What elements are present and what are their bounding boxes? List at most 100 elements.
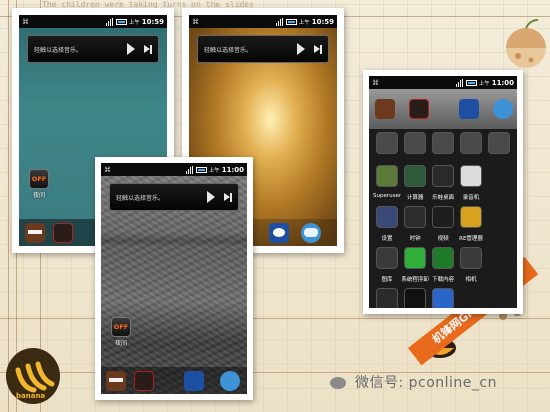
music-widget[interactable]: 轻触以选择音乐。 — [197, 35, 329, 63]
app-label: 下载内容 — [432, 277, 455, 283]
app-item[interactable]: 时钟 — [401, 206, 429, 242]
battery-icon — [465, 79, 477, 86]
signal-icon — [105, 17, 114, 26]
app-item[interactable]: 音乐 — [373, 288, 401, 308]
collage-stage: The children were taking turns on the sl… — [0, 0, 550, 412]
usb-icon: ⌘ — [22, 17, 29, 26]
usb-icon: ⌘ — [192, 17, 199, 26]
theme-icon — [404, 288, 427, 308]
signal-icon — [275, 17, 284, 26]
dock — [369, 96, 517, 122]
app-item[interactable] — [485, 132, 513, 160]
app-item[interactable]: 视频 — [429, 206, 457, 242]
phone-card-drawer: ⌘ 上午 11:00 Superuser 计算器 乐蛙桌面 录音机设置 时钟 视频 RE管理… — [363, 70, 523, 314]
music-widget[interactable]: 轻触以选择音乐。 — [109, 183, 239, 211]
status-time: 11:00 — [491, 78, 514, 87]
fragment-icon — [432, 132, 455, 154]
twitter-bird-icon[interactable] — [269, 222, 289, 243]
go-sms-icon[interactable] — [301, 222, 321, 243]
app-label: 录音机 — [462, 195, 480, 201]
recorder-icon — [460, 165, 483, 187]
gallery-icon — [376, 247, 399, 269]
off-toggle[interactable]: OFF — [29, 169, 49, 189]
domo-icon[interactable] — [106, 370, 126, 391]
dock — [101, 367, 247, 394]
off-toggle[interactable]: OFF — [111, 317, 131, 337]
domo-icon[interactable] — [375, 99, 395, 119]
app-item[interactable]: 相机 — [457, 247, 485, 283]
re-manager-icon — [460, 206, 483, 228]
app-drawer-screen: ⌘ 上午 11:00 Superuser 计算器 乐蛙桌面 录音机设置 时钟 视频 RE管理… — [369, 76, 517, 308]
play-icon[interactable] — [127, 43, 135, 55]
holy-bible-icon[interactable] — [134, 370, 154, 391]
app-item[interactable]: 酷狗音乐 — [429, 288, 457, 308]
app-label: 设置 — [381, 236, 393, 242]
app-item — [485, 206, 513, 242]
app-item[interactable] — [457, 132, 485, 160]
blank-icon — [460, 288, 482, 308]
status-bar: ⌘ 上午 11:00 — [369, 76, 517, 89]
video-icon — [432, 206, 455, 228]
app-item[interactable] — [373, 132, 401, 160]
night-mode-label: 夜间 — [32, 192, 45, 199]
twitter-bird-icon[interactable] — [459, 99, 479, 119]
app-item[interactable]: 计算器 — [401, 165, 429, 201]
music-widget[interactable]: 轻触以选择音乐。 — [27, 35, 159, 63]
go-sms-icon[interactable] — [493, 99, 513, 119]
stone-home-screen: ⌘ 上午 11:00 轻触以选择音乐。 OFF 夜间 — [101, 163, 247, 394]
calculator-icon — [404, 165, 427, 187]
app-item[interactable] — [429, 132, 457, 160]
blank-icon — [488, 165, 510, 187]
status-bar: ⌘ 上午 10:59 — [189, 15, 337, 28]
battery-icon — [195, 166, 207, 173]
status-time: 10:59 — [311, 17, 334, 26]
app-item[interactable]: 主题定制 — [401, 288, 429, 308]
blank-icon — [488, 206, 510, 228]
signal-icon — [455, 78, 464, 87]
app-item[interactable]: 设置 — [373, 206, 401, 242]
app-item[interactable]: RE管理器 — [457, 206, 485, 242]
app-item[interactable]: 图库 — [373, 247, 401, 283]
night-mode-widget[interactable]: OFF 夜间 — [29, 169, 49, 199]
watermark-text: 微信号: pconline_cn — [354, 375, 497, 391]
domo-icon[interactable] — [25, 222, 45, 243]
app-item[interactable]: 乐蛙桌面 — [429, 165, 457, 201]
night-mode-label: 夜间 — [114, 340, 127, 347]
holy-bible-icon[interactable] — [409, 99, 429, 119]
status-time: 11:00 — [221, 165, 244, 174]
download-icon — [432, 247, 455, 269]
play-icon[interactable] — [207, 191, 215, 203]
banana-logo: banana — [4, 346, 62, 406]
app-item — [457, 288, 485, 308]
app-item[interactable]: 系统程序卸 — [401, 247, 429, 283]
status-ampm: 上午 — [128, 19, 140, 26]
off-toggle-state: OFF — [31, 175, 47, 183]
status-time: 10:59 — [141, 17, 164, 26]
next-track-icon[interactable] — [314, 44, 322, 54]
app-item[interactable] — [401, 132, 429, 160]
app-label: 图库 — [381, 277, 393, 283]
app-item[interactable]: Superuser — [373, 165, 401, 201]
next-track-icon[interactable] — [144, 44, 152, 54]
status-bar: ⌘ 上午 11:00 — [101, 163, 247, 176]
app-label: 相机 — [465, 277, 477, 283]
play-icon[interactable] — [297, 43, 305, 55]
battery-icon — [285, 18, 297, 25]
night-mode-widget[interactable]: OFF 夜间 — [111, 317, 131, 347]
uninstaller-icon — [404, 247, 427, 269]
app-item — [485, 247, 513, 283]
kugou-icon — [432, 288, 455, 308]
twitter-bird-icon[interactable] — [184, 370, 204, 391]
holy-bible-icon[interactable] — [53, 222, 73, 243]
music-widget-text: 轻触以选择音乐。 — [204, 46, 253, 54]
app-item[interactable]: 下载内容 — [429, 247, 457, 283]
next-track-icon[interactable] — [224, 192, 232, 202]
app-label: 系统程序卸 — [401, 277, 429, 283]
status-ampm: 上午 — [478, 80, 490, 87]
app-label: RE管理器 — [459, 236, 483, 242]
fragment-icon — [404, 132, 427, 154]
app-item — [485, 165, 513, 201]
app-item[interactable]: 录音机 — [457, 165, 485, 201]
go-sms-icon[interactable] — [220, 370, 240, 391]
usb-icon: ⌘ — [372, 78, 379, 87]
